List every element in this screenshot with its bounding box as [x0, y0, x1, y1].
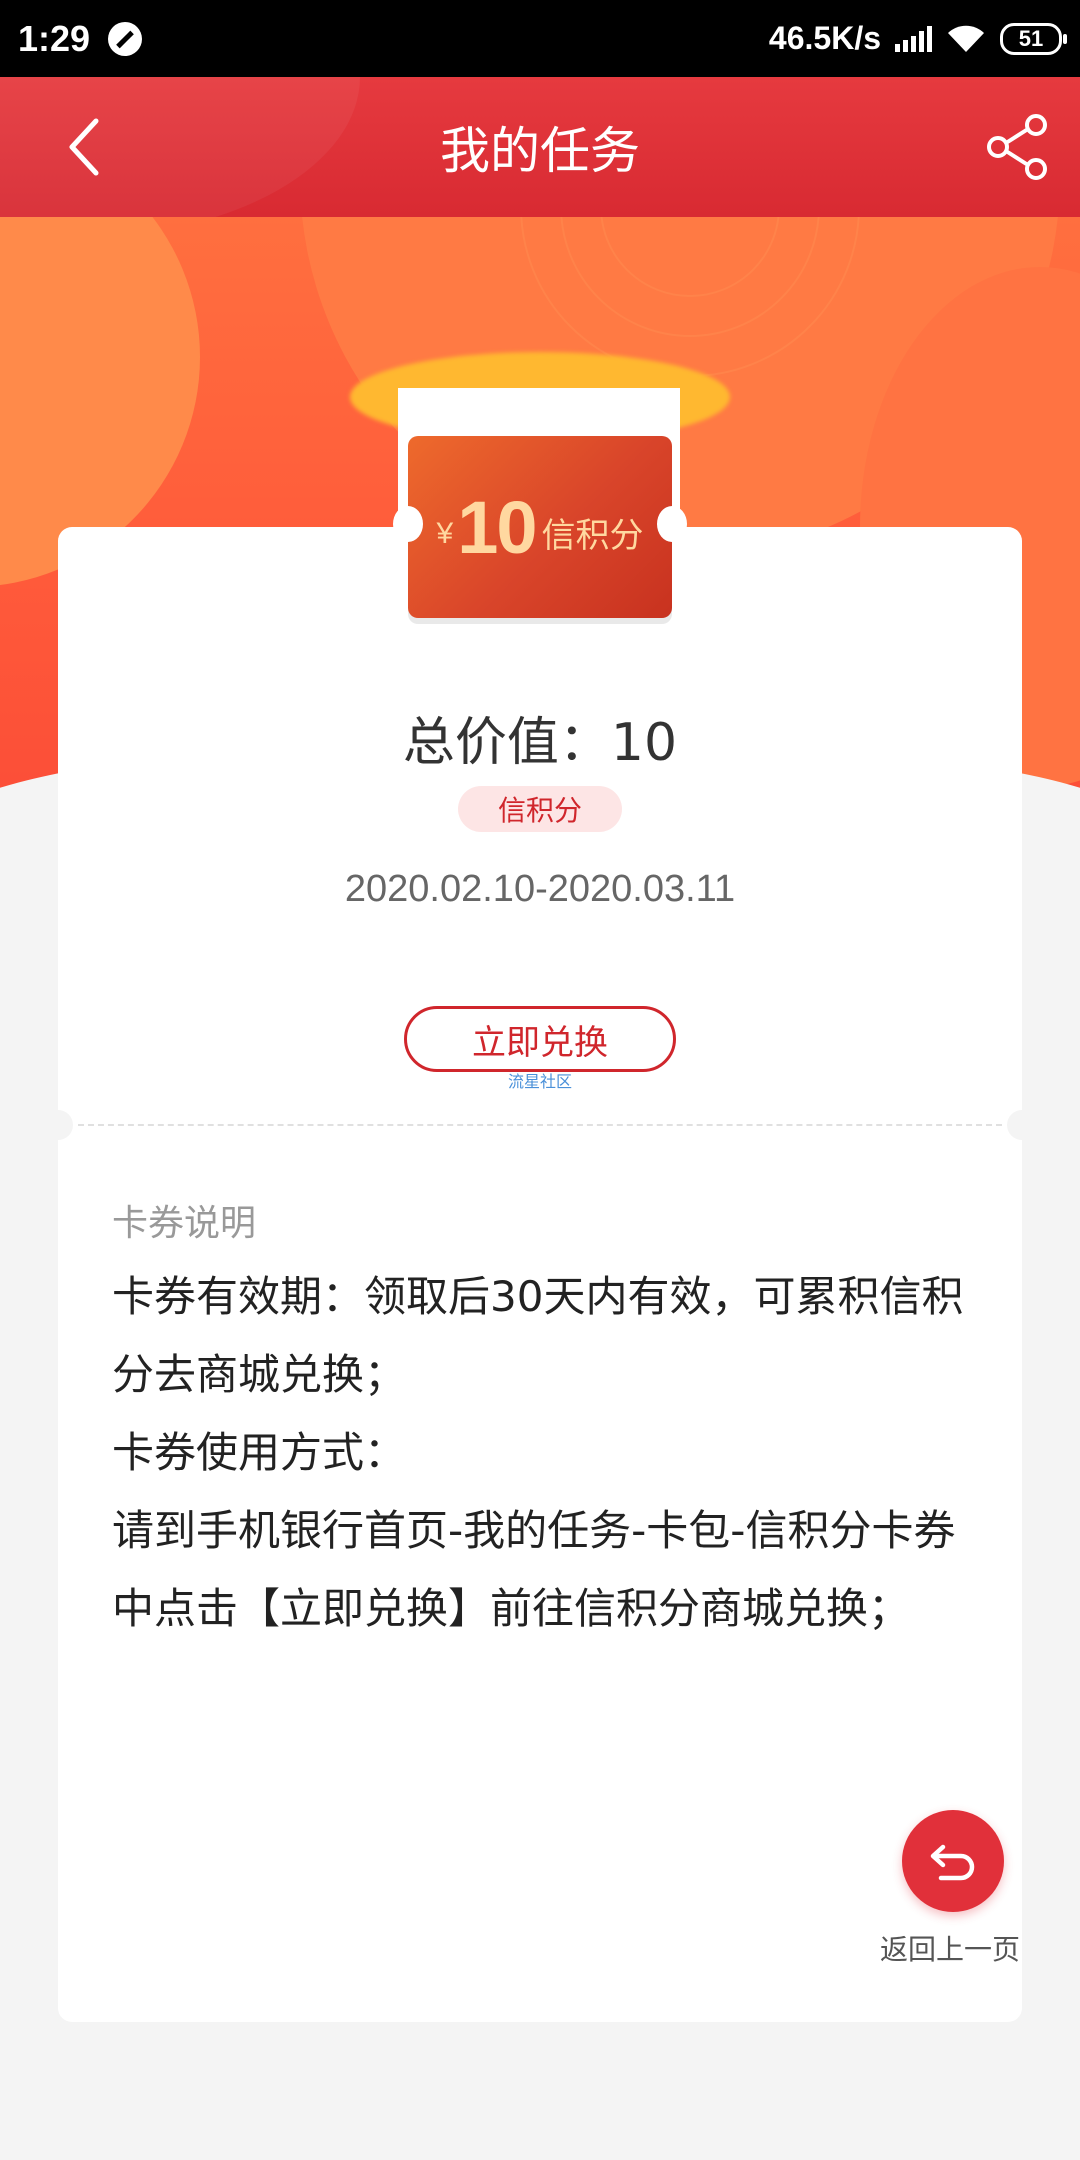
signal-icon	[895, 25, 932, 52]
share-icon[interactable]	[978, 107, 1058, 187]
coupon-ticket: ¥ 10 信积分	[408, 436, 672, 618]
header-bar: 我的任务	[0, 77, 1080, 217]
description-line: 卡券使用方式：	[112, 1428, 407, 1477]
network-speed: 46.5K/s	[768, 20, 881, 56]
battery-icon: 51	[1000, 22, 1067, 55]
points-tag: 信积分	[458, 786, 622, 832]
description-line: 卡券有效期：领取后30天内有效，可累积信积分去商城兑换；	[112, 1272, 964, 1399]
validity-dates: 2020.02.10-2020.03.11	[344, 868, 736, 910]
coupon-currency: ¥	[436, 517, 454, 550]
do-not-disturb-icon	[108, 21, 143, 56]
watermark: 流星社区	[507, 1072, 572, 1091]
return-arrow-icon	[930, 1844, 975, 1881]
description-body: 卡券有效期：领取后30天内有效，可累积信积分去商城兑换； 卡券使用方式： 请到手…	[112, 1258, 982, 1648]
coupon-amount: 10	[457, 485, 537, 569]
coupon-unit: 信积分	[541, 515, 644, 556]
total-value: 总价值：10	[402, 713, 678, 773]
description-title: 卡券说明	[112, 1203, 257, 1244]
chevron-left-icon[interactable]	[50, 107, 130, 187]
back-to-previous-label: 返回上一页	[879, 1933, 1020, 1966]
page-title: 我的任务	[440, 122, 640, 180]
redeem-button[interactable]: 立即兑换	[404, 1006, 676, 1072]
wifi-icon	[948, 25, 984, 52]
status-time: 1:29	[18, 17, 91, 59]
status-bar: 1:29 46.5K/s 51	[0, 0, 1080, 77]
back-to-previous-button[interactable]	[902, 1810, 1004, 1912]
card-divider	[78, 1124, 1002, 1126]
description-line: 请到手机银行首页-我的任务-卡包-信积分卡券中点击【立即兑换】前往信积分商城兑换…	[112, 1506, 956, 1633]
